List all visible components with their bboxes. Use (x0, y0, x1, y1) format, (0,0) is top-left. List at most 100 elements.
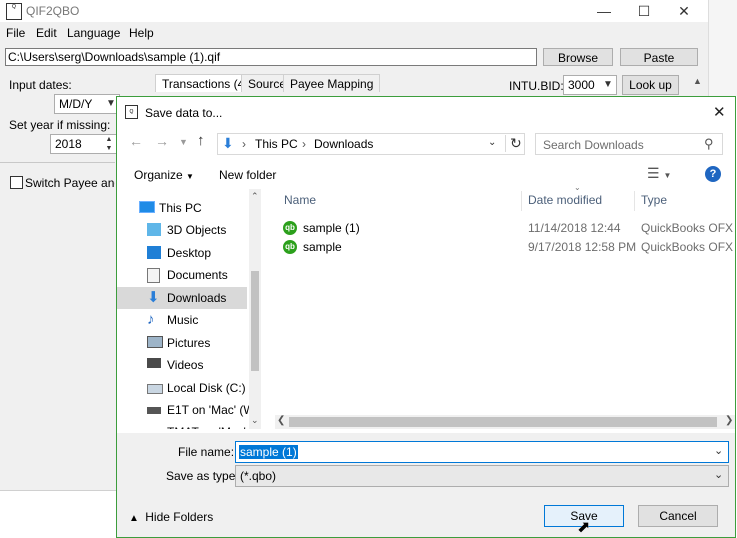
intu-bid-select[interactable]: 3000 ▼ (563, 75, 617, 95)
nav-scrollbar-thumb[interactable] (251, 271, 259, 371)
nav-item-documents[interactable]: Documents (117, 264, 247, 286)
dialog-toolbar: Organize ▼ New folder ☰ ▼ ? (117, 163, 735, 187)
chevron-down-icon: ⌄ (714, 469, 724, 481)
forward-arrow-icon[interactable]: → (155, 133, 169, 149)
mouse-cursor-icon: ⬈ (577, 519, 591, 536)
new-folder-button[interactable]: New folder (219, 168, 276, 182)
cancel-button[interactable]: Cancel (638, 505, 718, 527)
tab-payee-mapping[interactable]: Payee Mapping (283, 74, 381, 92)
nav-label: Downloads (167, 291, 227, 305)
look-up-button[interactable]: Look up (622, 75, 679, 95)
nav-item-music[interactable]: ♪ Music (117, 309, 247, 331)
scroll-left-arrow-icon[interactable]: ❮ (277, 415, 285, 426)
dialog-footer: File name: sample (1) ⌄ Save as type: (*… (117, 433, 735, 537)
quickbooks-icon: qb (283, 240, 297, 254)
address-dropdown-chevron-icon[interactable]: ⌄ (488, 137, 496, 148)
hscrollbar-thumb[interactable] (289, 417, 717, 427)
paste-button[interactable]: Paste (620, 48, 698, 66)
organize-label: Organize (134, 168, 183, 182)
nav-label: Pictures (167, 336, 211, 350)
chevron-down-icon[interactable]: ⌄ (714, 444, 723, 457)
app-title: QIF2QBO (26, 4, 80, 18)
nav-item-pictures[interactable]: Pictures (117, 332, 247, 354)
source-path-input[interactable]: C:\Users\serg\Downloads\sample (1).qif (5, 48, 537, 66)
address-bar[interactable]: ⬇ › This PC › Downloads ⌄ ↻ (217, 133, 525, 155)
file-name: sample (303, 240, 342, 254)
source-path-text: C:\Users\serg\Downloads\sample (1).qif (8, 50, 221, 64)
nav-item-tmat-mac[interactable]: TMAT on 'Mac' ( (117, 421, 247, 429)
hide-folders-toggle[interactable]: ▲ Hide Folders (129, 510, 213, 524)
set-year-stepper[interactable]: 2018 ▲ ▼ (50, 134, 118, 154)
nav-label: Videos (167, 358, 204, 372)
refresh-icon[interactable]: ↻ (505, 135, 522, 152)
nav-label: E1T on 'Mac' (W (167, 403, 255, 417)
file-row-sample-1[interactable]: qb sample (1) 11/14/2018 12:44 QuickBook… (275, 218, 737, 238)
file-row-sample[interactable]: qb sample 9/17/2018 12:58 PM QuickBooks … (275, 237, 737, 257)
save-as-type-label: Save as type: (166, 469, 239, 483)
menu-language[interactable]: Language (67, 26, 120, 40)
file-name-value: sample (1) (239, 445, 298, 459)
search-icon: ⚲ (704, 136, 714, 151)
input-dates-label: Input dates: (9, 78, 72, 92)
dialog-title: Save data to... (145, 106, 223, 120)
navigation-pane: This PC 3D Objects Desktop Documents ⬇ D… (117, 189, 261, 429)
nav-item-3d-objects[interactable]: 3D Objects (117, 219, 247, 241)
breadcrumb-separator-icon: › (302, 137, 306, 151)
nav-item-local-disk[interactable]: Local Disk (C:) (117, 377, 247, 399)
chevron-down-icon: ▼ (186, 172, 194, 181)
nav-item-this-pc[interactable]: This PC (117, 197, 247, 219)
maximize-button[interactable]: ☐ (624, 0, 664, 22)
search-input[interactable]: Search Downloads (543, 138, 644, 152)
input-dates-select[interactable]: M/D/Y ▼ (54, 94, 120, 114)
up-arrow-icon[interactable]: ↑ (197, 132, 205, 149)
nav-item-videos[interactable]: Videos (117, 354, 247, 376)
recent-locations-chevron-icon[interactable]: ▼ (179, 137, 188, 147)
browse-button[interactable]: Browse (543, 48, 613, 66)
scroll-right-arrow-icon[interactable]: ❯ (725, 415, 733, 426)
column-divider (521, 191, 522, 211)
chevron-up-icon: ▲ (129, 513, 139, 524)
menu-edit[interactable]: Edit (36, 26, 57, 40)
nav-scrollbar[interactable]: ⌃ ⌄ (249, 189, 261, 429)
music-icon: ♪ (147, 311, 155, 328)
nav-label: Local Disk (C:) (167, 381, 246, 395)
switch-payee-checkbox[interactable] (10, 176, 23, 189)
search-box[interactable]: Search Downloads ⚲ (535, 133, 723, 155)
column-date-modified[interactable]: Date modified (528, 193, 602, 207)
input-dates-value: M/D/Y (59, 97, 93, 111)
breadcrumb-this-pc[interactable]: This PC (255, 137, 298, 151)
videos-icon (147, 358, 161, 368)
divider (0, 162, 115, 163)
pictures-icon (147, 336, 163, 348)
switch-payee-label: Switch Payee and Me (25, 176, 115, 190)
dialog-close-button[interactable]: ✕ (713, 103, 726, 121)
scroll-up-arrow-icon[interactable]: ⌃ (251, 191, 259, 202)
breadcrumb-separator-icon: › (242, 137, 246, 151)
minimize-button[interactable]: — (584, 0, 624, 22)
nav-item-e1t-mac[interactable]: E1T on 'Mac' (W (117, 399, 255, 421)
nav-item-desktop[interactable]: Desktop (117, 242, 247, 264)
view-options-icon[interactable]: ☰ ▼ (647, 165, 671, 182)
back-arrow-icon[interactable]: ← (129, 133, 143, 149)
column-divider (634, 191, 635, 211)
scroll-down-arrow-icon[interactable]: ⌄ (251, 415, 259, 426)
save-dialog: Q Save data to... ✕ ← → ▼ ↑ ⬇ › This PC … (116, 96, 737, 538)
scroll-up-arrow[interactable]: ▲ (693, 76, 702, 86)
close-button[interactable]: ✕ (664, 0, 704, 22)
menu-file[interactable]: File (6, 26, 25, 40)
document-icon (147, 268, 160, 283)
column-type[interactable]: Type (641, 193, 667, 207)
nav-label: TMAT on 'Mac' ( (167, 421, 247, 429)
nav-item-downloads[interactable]: ⬇ Downloads (117, 287, 247, 309)
dialog-app-icon: Q (125, 105, 138, 119)
help-icon[interactable]: ? (705, 166, 721, 182)
file-name-input[interactable]: sample (1) ⌄ (235, 441, 729, 463)
organize-button[interactable]: Organize ▼ (134, 168, 194, 182)
save-as-type-value: (*.qbo) (240, 469, 277, 483)
file-list-hscrollbar[interactable]: ❮ ❯ (275, 415, 735, 429)
menu-help[interactable]: Help (129, 26, 154, 40)
save-as-type-select[interactable]: (*.qbo) ⌄ (235, 465, 729, 487)
column-name[interactable]: Name (284, 193, 316, 207)
file-name-label: File name: (178, 445, 235, 459)
breadcrumb-downloads[interactable]: Downloads (314, 137, 373, 151)
